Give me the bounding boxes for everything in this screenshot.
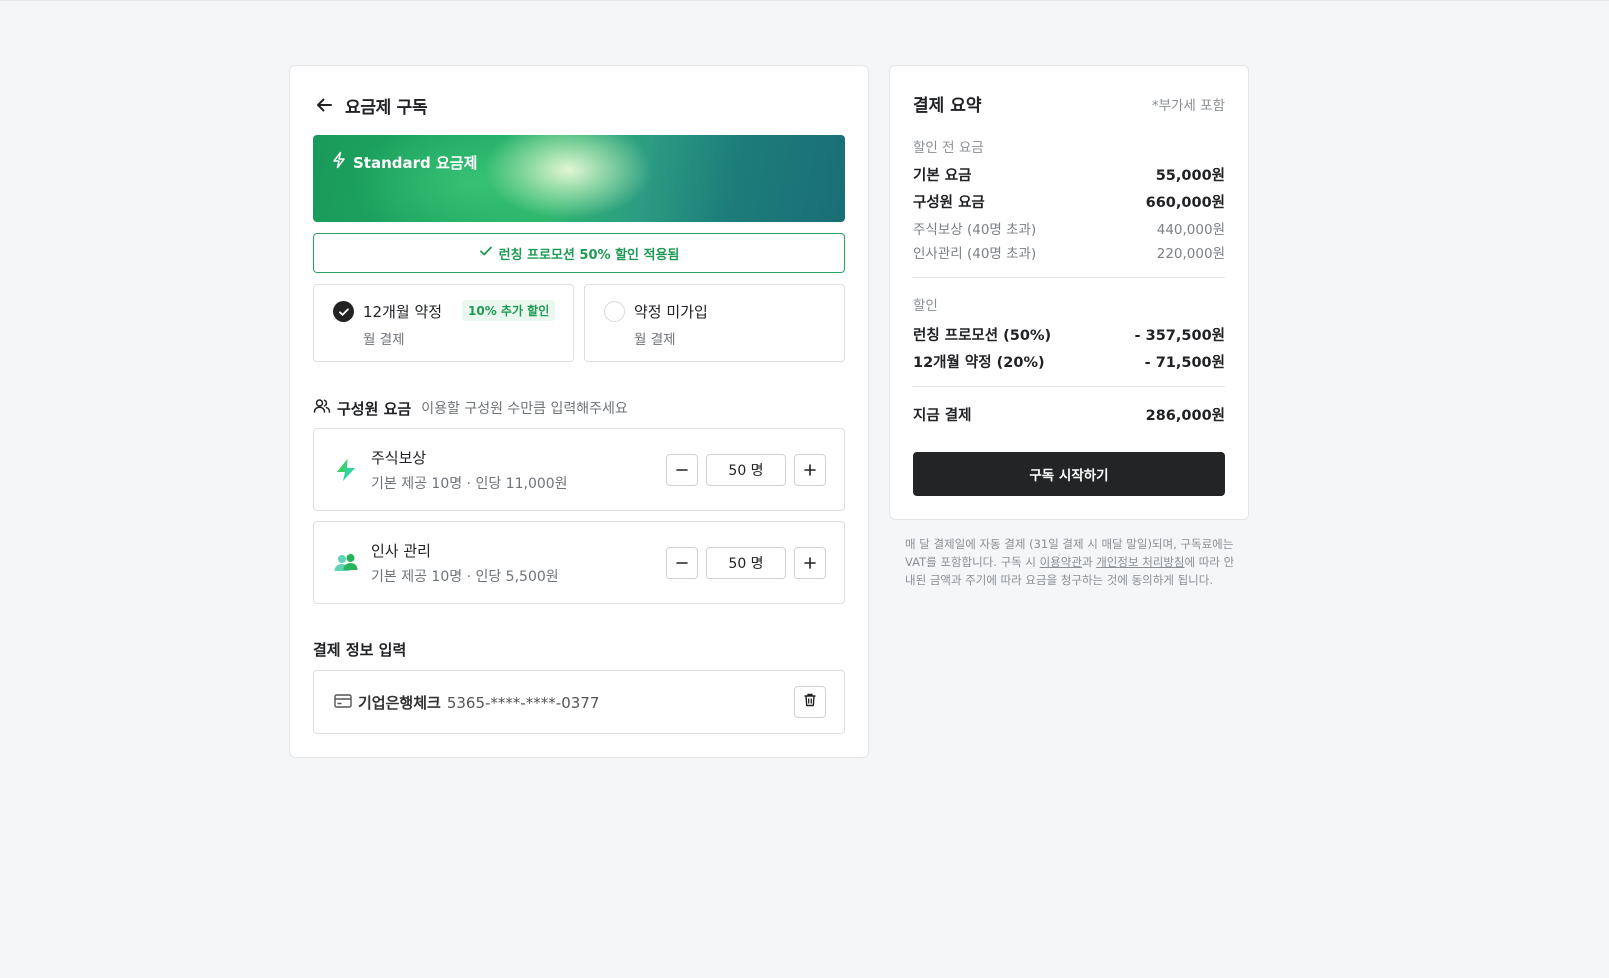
member-desc: 기본 제공 10명 · 인당 5,500원 bbox=[371, 569, 559, 585]
option-subtitle: 월 결제 bbox=[634, 332, 676, 348]
plan-name: Standard 요금제 bbox=[331, 151, 477, 173]
row-label: 기본 요금 bbox=[913, 168, 972, 184]
subscription-panel: 요금제 구독 Standard 요금제 런칭 프로모션 50% 할인 적용됨 1… bbox=[289, 65, 869, 758]
card-info: 기업은행체크 5365-****-****-0377 bbox=[334, 692, 599, 713]
delete-card-button[interactable] bbox=[794, 686, 826, 718]
discount-label: 할인 bbox=[913, 298, 938, 314]
radio-checked-icon[interactable] bbox=[333, 301, 354, 322]
row-value: 440,000원 bbox=[1156, 222, 1225, 238]
member-row-stock: 주식보상 기본 제공 10명 · 인당 11,000원 50 명 bbox=[313, 428, 845, 511]
contract-option-none[interactable]: 약정 미가입 월 결제 bbox=[584, 284, 845, 362]
promo-text: 런칭 프로모션 50% 할인 적용됨 bbox=[498, 247, 680, 263]
radio-unchecked-icon[interactable] bbox=[604, 301, 625, 322]
member-row-hr: 인사 관리 기본 제공 10명 · 인당 5,500원 50 명 bbox=[313, 521, 845, 604]
quantity-field[interactable]: 50 명 bbox=[706, 454, 786, 486]
summary-divider bbox=[913, 386, 1225, 387]
quantity-field[interactable]: 50 명 bbox=[706, 547, 786, 579]
increment-button[interactable] bbox=[794, 454, 826, 486]
member-section-title: 구성원 요금 bbox=[337, 399, 412, 418]
member-name: 주식보상 bbox=[371, 449, 427, 467]
vat-note: *부가세 포함 bbox=[1151, 98, 1225, 114]
row-value: 286,000원 bbox=[1145, 408, 1225, 424]
lightning-colored-icon bbox=[333, 457, 359, 483]
row-label: 인사관리 (40명 초과) bbox=[913, 246, 1037, 262]
legal-text: 과 bbox=[1081, 555, 1097, 569]
discount-badge: 10% 추가 할인 bbox=[462, 300, 556, 321]
summary-row-hr: 인사관리 (40명 초과) 220,000원 bbox=[913, 242, 1225, 262]
page-title: 요금제 구독 bbox=[345, 97, 428, 118]
decrement-button[interactable] bbox=[666, 547, 698, 579]
legal-notice: 매 달 결제일에 자동 결제 (31일 결제 시 매달 말일)되며, 구독료에는… bbox=[905, 535, 1235, 589]
subscribe-button[interactable]: 구독 시작하기 bbox=[913, 452, 1225, 496]
row-value: 660,000원 bbox=[1145, 195, 1225, 211]
row-value: 220,000원 bbox=[1156, 246, 1225, 262]
summary-divider bbox=[913, 277, 1225, 278]
row-value: - 71,500원 bbox=[1144, 355, 1225, 371]
payment-card-row: 기업은행체크 5365-****-****-0377 bbox=[313, 670, 845, 734]
member-section-header: 구성원 요금 이용할 구성원 수만큼 입력해주세요 bbox=[313, 397, 628, 419]
summary-title: 결제 요약 bbox=[913, 96, 982, 116]
lightning-icon bbox=[331, 151, 347, 173]
arrow-left-icon[interactable] bbox=[313, 94, 335, 116]
member-name: 인사 관리 bbox=[371, 542, 431, 560]
before-discount-label: 할인 전 요금 bbox=[913, 140, 984, 156]
promo-applied-banner: 런칭 프로모션 50% 할인 적용됨 bbox=[313, 233, 845, 273]
row-label: 구성원 요금 bbox=[913, 195, 985, 211]
plan-name-label: Standard 요금제 bbox=[353, 153, 478, 172]
credit-card-icon bbox=[334, 693, 352, 713]
people-icon bbox=[333, 550, 359, 576]
row-value: - 357,500원 bbox=[1134, 328, 1225, 344]
summary-row-contract: 12개월 약정 (20%) - 71,500원 bbox=[913, 351, 1225, 372]
row-value: 55,000원 bbox=[1155, 168, 1225, 184]
summary-row-promo: 런칭 프로모션 (50%) - 357,500원 bbox=[913, 324, 1225, 345]
page-header: 요금제 구독 bbox=[313, 90, 428, 120]
trash-icon bbox=[802, 692, 818, 712]
card-number: 5365-****-****-0377 bbox=[446, 693, 600, 712]
top-divider bbox=[0, 0, 1609, 1]
privacy-policy-link[interactable]: 개인정보 처리방침 bbox=[1096, 555, 1184, 569]
payment-section-title: 결제 정보 입력 bbox=[313, 641, 407, 659]
terms-link[interactable]: 이용약관 bbox=[1040, 555, 1082, 569]
row-label: 주식보상 (40명 초과) bbox=[913, 222, 1037, 238]
plan-banner: Standard 요금제 bbox=[313, 135, 845, 222]
summary-row-member: 구성원 요금 660,000원 bbox=[913, 191, 1225, 212]
summary-row-stock: 주식보상 (40명 초과) 440,000원 bbox=[913, 218, 1225, 238]
summary-row-total: 지금 결제 286,000원 bbox=[913, 404, 1225, 425]
check-icon bbox=[479, 244, 493, 262]
member-section-hint: 이용할 구성원 수만큼 입력해주세요 bbox=[421, 401, 628, 417]
row-label: 12개월 약정 (20%) bbox=[913, 355, 1045, 371]
card-bank-name: 기업은행체크 bbox=[358, 694, 441, 712]
decrement-button[interactable] bbox=[666, 454, 698, 486]
option-title: 약정 미가입 bbox=[634, 303, 708, 321]
contract-option-12-months[interactable]: 12개월 약정 10% 추가 할인 월 결제 bbox=[313, 284, 574, 362]
option-title: 12개월 약정 bbox=[363, 303, 443, 321]
increment-button[interactable] bbox=[794, 547, 826, 579]
option-subtitle: 월 결제 bbox=[363, 332, 405, 348]
member-desc: 기본 제공 10명 · 인당 11,000원 bbox=[371, 476, 568, 492]
users-icon bbox=[313, 397, 331, 419]
payment-summary-panel: 결제 요약 *부가세 포함 할인 전 요금 기본 요금 55,000원 구성원 … bbox=[889, 65, 1249, 520]
row-label: 런칭 프로모션 (50%) bbox=[913, 328, 1052, 344]
summary-row-base: 기본 요금 55,000원 bbox=[913, 164, 1225, 185]
row-label: 지금 결제 bbox=[913, 408, 972, 424]
